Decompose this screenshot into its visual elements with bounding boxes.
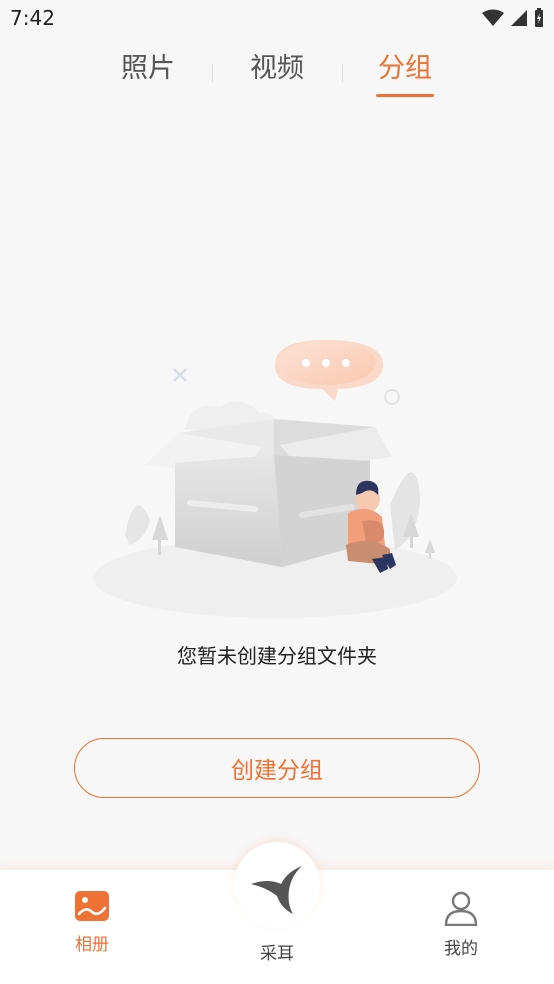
cellular-signal-icon (511, 10, 527, 26)
album-icon (75, 891, 109, 921)
nav-profile-label: 我的 (444, 939, 478, 959)
active-tab-indicator (376, 94, 434, 97)
empty-state-message: 您暂未创建分组文件夹 (177, 644, 377, 668)
nav-center-label[interactable]: 采耳 (222, 939, 332, 964)
battery-icon (535, 8, 543, 27)
tab-divider (212, 64, 213, 82)
tab-videos[interactable]: 视频 (232, 46, 322, 85)
bird-logo-icon[interactable] (247, 862, 307, 918)
wifi-icon (482, 9, 504, 26)
nav-album-label: 相册 (75, 935, 109, 955)
status-time: 7:42 (10, 6, 55, 30)
person-icon (444, 891, 478, 927)
tab-photos[interactable]: 照片 (103, 46, 193, 85)
nav-profile[interactable]: 我的 (406, 890, 516, 959)
nav-album[interactable]: 相册 (37, 890, 147, 955)
status-icons (482, 8, 544, 28)
empty-box-illustration (93, 340, 457, 618)
status-bar: 7:42 (0, 0, 554, 38)
top-tabs: 照片 视频 分组 (0, 38, 554, 102)
create-group-button-label: 创建分组 (231, 758, 323, 784)
create-group-button[interactable]: 创建分组 (74, 738, 480, 798)
tab-groups[interactable]: 分组 (360, 46, 450, 85)
tab-divider (342, 64, 343, 82)
